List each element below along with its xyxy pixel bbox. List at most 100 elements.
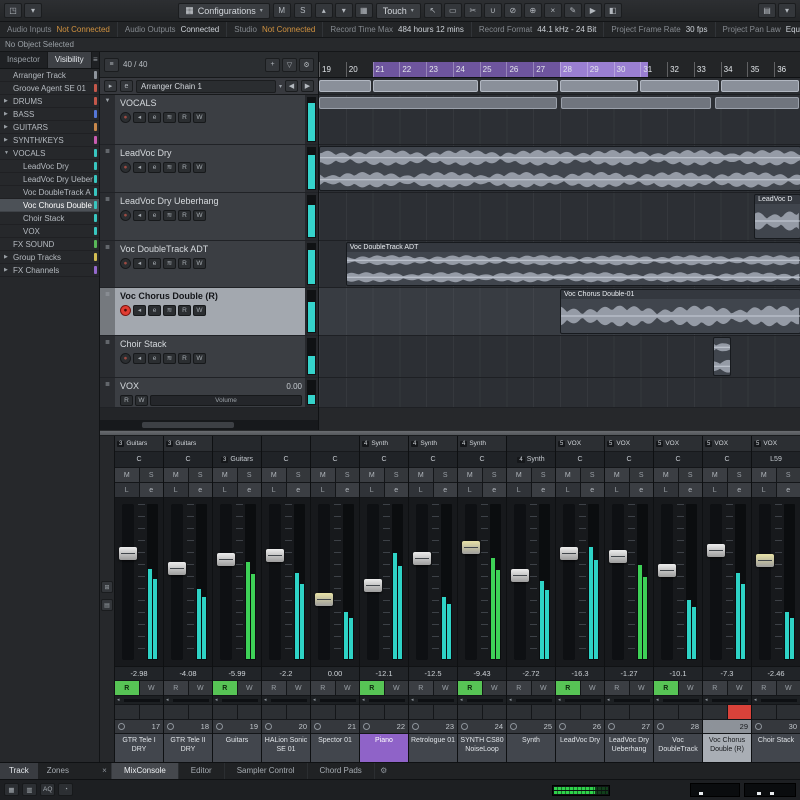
edit-channel-button[interactable]: e [237,483,262,497]
timeline-ruler[interactable]: 19202122232425262728293031323334353637 [319,52,800,78]
mute-button[interactable]: M [262,468,286,482]
read-automation-button[interactable]: R [654,681,678,695]
write-automation-button[interactable]: W [531,681,556,695]
record-enable-button[interactable]: ● [120,162,131,173]
split-tool-icon[interactable]: ✂ [464,3,482,18]
edit-channel-button[interactable]: e [433,483,458,497]
ruler-bar-number[interactable]: 36 [774,62,800,77]
fader-handle[interactable] [560,547,578,560]
monitor-button[interactable]: ◂ [133,353,146,364]
arranger-prev-button[interactable]: ◀ [285,80,298,92]
channel-output-routing[interactable]: 5 VOX [556,436,604,452]
mute-button[interactable]: M [703,468,727,482]
timeline-track-lane[interactable] [319,336,800,378]
lower-zone-settings-icon[interactable]: ⚙ [375,763,393,779]
fader-track[interactable] [563,504,575,660]
fader-track[interactable] [416,504,428,660]
fader-handle[interactable] [707,544,725,557]
solo-button[interactable]: S [335,468,360,482]
ruler-bar-number[interactable]: 21 [373,62,400,77]
edit-channel-button[interactable]: e [148,305,161,316]
read-automation-button[interactable]: R [178,353,191,364]
solo-button[interactable]: S [188,468,213,482]
edit-channel-button[interactable]: e [776,483,800,497]
channel-output-routing[interactable]: 3 Guitars [115,436,163,452]
timeline-track-lane[interactable] [319,145,800,193]
solo-button[interactable]: S [727,468,752,482]
channel-mini-slider[interactable]: ◂ [507,696,555,705]
channel-mini-slider[interactable]: ◂ [360,696,408,705]
fader-handle[interactable] [364,579,382,592]
listen-button[interactable]: L [409,483,433,497]
ruler-bar-number[interactable]: 30 [614,62,641,77]
track-name[interactable]: Choir Stack [120,339,167,349]
channel-name[interactable]: GTR Tele II DRY [164,734,212,762]
track-settings-icon[interactable]: ⚙ [299,58,314,72]
timeline-track-lane[interactable]: LeadVoc D [319,193,800,241]
channel-pan-control[interactable]: C [311,452,359,468]
channel-name[interactable]: HALion Sonic SE 01 [262,734,310,762]
record-arm-button[interactable] [433,705,458,719]
fader-track[interactable] [661,504,673,660]
track-header[interactable]: ≣Voc DoubleTrack ADT●◂e≋RW [100,241,318,288]
channel-output-routing[interactable]: 4 Synth [409,436,457,452]
channel-mini-slider[interactable]: ◂ [752,696,800,705]
read-automation-button[interactable]: R [213,681,237,695]
monitor-button[interactable] [262,705,286,719]
solo-button[interactable]: S [678,468,703,482]
read-automation-button[interactable]: R [507,681,531,695]
footer-aq-badge[interactable]: AQ [40,783,55,796]
channel-level-value[interactable]: -12.5 [409,667,457,681]
visibility-item[interactable]: Choir Stack [0,212,99,225]
channel-level-value[interactable]: 0.00 [311,667,359,681]
ruler-bar-number[interactable]: 28 [560,62,587,77]
mixer-functions-icon[interactable]: ⊞ [101,581,113,593]
write-automation-button[interactable]: W [193,258,206,269]
fader-track[interactable] [122,504,134,660]
erase-tool-icon[interactable]: ⊘ [504,3,522,18]
channel-mini-slider[interactable]: ◂ [115,696,163,705]
channel-output-routing[interactable]: 4 Synth [458,436,506,452]
edit-channel-button[interactable]: e [580,483,605,497]
read-automation-button[interactable]: R [409,681,433,695]
channel-level-value[interactable]: -12.1 [360,667,408,681]
visibility-item[interactable]: VOX [0,225,99,238]
ruler-bar-number[interactable]: 32 [667,62,694,77]
mixer-channel-strip[interactable]: C M S L e -2.2 R W ◂ [262,436,311,762]
record-arm-button[interactable] [139,705,164,719]
tab-chord-pads[interactable]: Chord Pads [308,763,375,779]
fader-handle[interactable] [658,564,676,577]
write-automation-button[interactable]: W [482,681,507,695]
mute-tool-icon[interactable]: × [544,3,562,18]
insert-state-button[interactable]: ≋ [163,305,176,316]
channel-output-routing[interactable] [311,436,359,452]
audio-event[interactable]: Voc DoubleTrack ADT [346,242,800,286]
monitor-button[interactable]: ◂ [133,258,146,269]
channel-mini-slider[interactable]: ◂ [213,696,261,705]
edit-channel-button[interactable]: e [335,483,360,497]
write-automation-button[interactable]: W [335,681,360,695]
write-automation-button[interactable]: W [193,112,206,123]
ruler-bar-number[interactable]: 22 [399,62,426,77]
write-automation-button[interactable]: W [193,353,206,364]
record-arm-button[interactable] [776,705,800,719]
record-arm-button[interactable] [629,705,654,719]
record-enable-button[interactable]: ● [120,305,131,316]
channel-pan-control[interactable]: C [703,452,751,468]
channel-pan-control[interactable]: C [654,452,702,468]
tab-editor[interactable]: Editor [179,763,225,779]
visibility-item[interactable]: ▶GUITARS [0,121,99,134]
ruler-bar-number[interactable]: 34 [721,62,748,77]
edit-channel-button[interactable]: e [727,483,752,497]
read-automation-button[interactable]: R [311,681,335,695]
ruler-bar-number[interactable]: 27 [533,62,560,77]
visibility-item[interactable]: ▶BASS [0,108,99,121]
channel-pan-control[interactable]: 4 Synth [507,452,555,468]
insert-state-button[interactable]: ≋ [163,258,176,269]
ruler-bar-number[interactable]: 25 [480,62,507,77]
channel-output-routing[interactable]: 4 Synth [360,436,408,452]
listen-button[interactable]: L [654,483,678,497]
zone-tab-zones[interactable]: Zones [38,763,78,779]
read-automation-button[interactable]: R [752,681,776,695]
record-enable-button[interactable]: ● [120,210,131,221]
